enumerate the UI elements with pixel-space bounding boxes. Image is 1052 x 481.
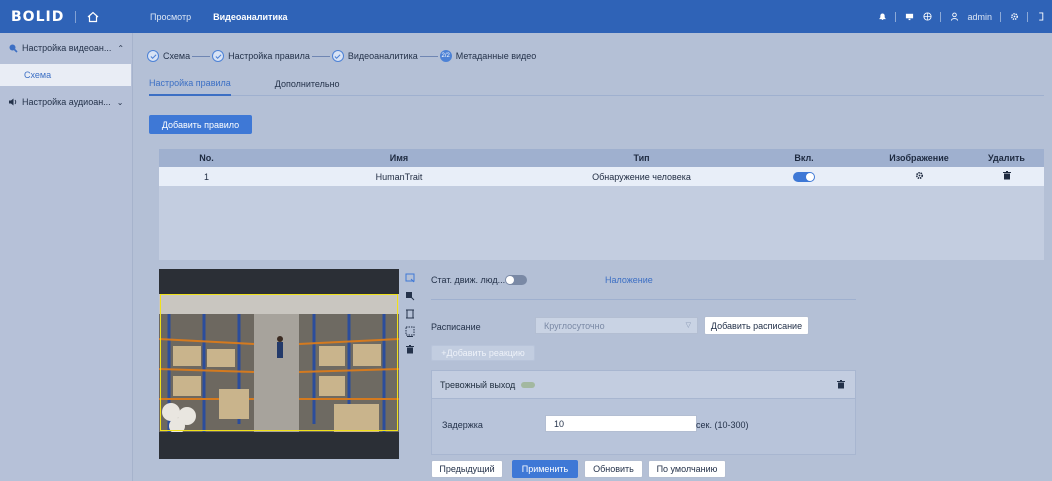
video-preview[interactable]	[159, 269, 399, 459]
top-right-tools: admin	[877, 0, 1046, 33]
add-reaction-button[interactable]: +Добавить реакцию	[431, 345, 535, 361]
logo: BOLID	[11, 8, 65, 25]
overlay-link[interactable]: Наложение	[605, 275, 653, 285]
video-analytics-icon	[8, 43, 18, 53]
tab-rule-config[interactable]: Настройка правила	[149, 78, 231, 96]
sidebar-group-label: Настройка видеоан...	[22, 43, 112, 53]
stat-label: Стат. движ. люд...	[431, 275, 506, 285]
step-video-analytics[interactable]: Видеоаналитика	[331, 50, 418, 62]
tabs: Настройка правила Дополнительно	[149, 72, 1044, 96]
col-no: No.	[199, 153, 214, 163]
alarm-output-toggle[interactable]	[521, 381, 536, 388]
step-current-badge: 2/2	[439, 50, 452, 62]
step-label: Схема	[163, 51, 191, 61]
home-icon[interactable]	[86, 10, 100, 24]
draw-line-icon[interactable]	[404, 290, 415, 301]
sidebar: Настройка видеоан... ⌃ Схема Настройка а…	[0, 33, 133, 481]
sidebar-item-schema[interactable]: Схема	[0, 64, 131, 86]
col-delete: Удалить	[988, 153, 1025, 163]
rule-enable-toggle[interactable]	[793, 171, 815, 182]
check-icon	[212, 50, 225, 62]
user-icon	[949, 12, 959, 22]
table-row[interactable]: 1 HumanTrait Обнаружение человека	[159, 167, 1044, 186]
alarm-output-panel: Тревожный выход Задержка 10 сек. (10-300…	[431, 370, 856, 455]
cell-name: HumanTrait	[375, 171, 423, 182]
step-label: Видеоаналитика	[347, 51, 418, 61]
cell-enabled	[739, 171, 869, 182]
col-enabled: Вкл.	[794, 153, 814, 163]
trash-icon[interactable]	[404, 344, 415, 355]
delay-input[interactable]: 10	[545, 415, 697, 432]
detection-region[interactable]	[160, 294, 398, 431]
default-button[interactable]: По умолчанию	[648, 460, 726, 478]
screen-icon[interactable]	[904, 12, 914, 22]
tab-advanced[interactable]: Дополнительно	[275, 79, 340, 95]
table-header: No. Имя Тип Вкл. Изображение Удалить	[159, 149, 1044, 167]
schedule-value: Круглосуточно	[544, 320, 605, 331]
col-name: Имя	[389, 153, 409, 163]
check-icon	[147, 50, 159, 62]
step-rule-config[interactable]: Настройка правила	[212, 50, 310, 62]
rules-table: No. Имя Тип Вкл. Изображение Удалить 1 H…	[159, 149, 1044, 260]
delay-label: Задержка	[442, 420, 483, 430]
draw-region-icon[interactable]	[404, 272, 415, 283]
bell-icon[interactable]	[877, 12, 887, 22]
min-size-icon[interactable]	[404, 308, 415, 319]
col-image: Изображение	[889, 153, 949, 163]
nav-video-analytics[interactable]: Видеоаналитика	[213, 12, 287, 22]
step-video-metadata[interactable]: 2/2 Метаданные видео	[439, 50, 537, 62]
video-tools	[404, 272, 416, 355]
sidebar-group-video-analytics[interactable]: Настройка видеоан... ⌃	[0, 36, 132, 60]
alarm-output-header: Тревожный выход	[432, 371, 855, 399]
divider	[1027, 11, 1028, 22]
delay-unit: сек. (10-300)	[696, 420, 749, 430]
max-size-icon[interactable]	[404, 326, 415, 337]
speaker-icon	[8, 97, 18, 107]
stepper: Схема Настройка правила Видеоаналитика 2…	[147, 48, 536, 64]
cell-no: 1	[203, 171, 209, 182]
step-label: Метаданные видео	[455, 51, 537, 61]
schedule-select[interactable]: Круглосуточно ▽	[535, 317, 698, 334]
divider	[75, 10, 76, 23]
step-schema[interactable]: Схема	[147, 50, 190, 62]
cell-image	[869, 171, 969, 182]
add-schedule-button[interactable]: Добавить расписание	[704, 316, 809, 335]
step-connector	[192, 55, 211, 57]
alarm-output-label: Тревожный выход	[440, 379, 516, 390]
nav-preview[interactable]: Просмотр	[150, 12, 191, 22]
gear-icon[interactable]	[1009, 12, 1019, 22]
chevron-up-icon: ⌃	[117, 43, 125, 53]
previous-button[interactable]: Предыдущий	[431, 460, 503, 478]
trash-icon[interactable]	[837, 380, 845, 391]
globe-icon[interactable]	[922, 12, 932, 22]
step-connector	[311, 55, 330, 57]
fullscreen-icon[interactable]	[1036, 12, 1046, 22]
step-label: Настройка правила	[228, 51, 310, 61]
apply-button[interactable]: Применить	[512, 460, 578, 478]
cell-type: Обнаружение человека	[592, 171, 691, 182]
add-rule-button[interactable]: Добавить правило	[149, 115, 252, 134]
divider	[1000, 11, 1001, 22]
cell-delete	[969, 171, 1044, 182]
schedule-label: Расписание	[431, 322, 481, 332]
divider	[431, 299, 856, 300]
chevron-down-icon: ▽	[685, 322, 691, 329]
trash-icon[interactable]	[1002, 171, 1011, 182]
sidebar-group-audio-analytics[interactable]: Настройка аудиоан... ⌄	[0, 90, 132, 114]
divider	[895, 11, 897, 22]
username[interactable]: admin	[967, 12, 992, 22]
chevron-down-icon: ⌄	[116, 97, 124, 107]
col-type: Тип	[633, 153, 650, 163]
top-bar: BOLID Просмотр Видеоаналитика admin	[0, 0, 1052, 33]
refresh-button[interactable]: Обновить	[584, 460, 643, 478]
divider	[940, 11, 942, 22]
step-connector	[419, 55, 438, 57]
sidebar-group-label: Настройка аудиоан...	[22, 97, 111, 107]
settings-icon[interactable]	[915, 171, 924, 182]
stat-toggle[interactable]	[505, 275, 527, 285]
check-icon	[331, 50, 344, 62]
